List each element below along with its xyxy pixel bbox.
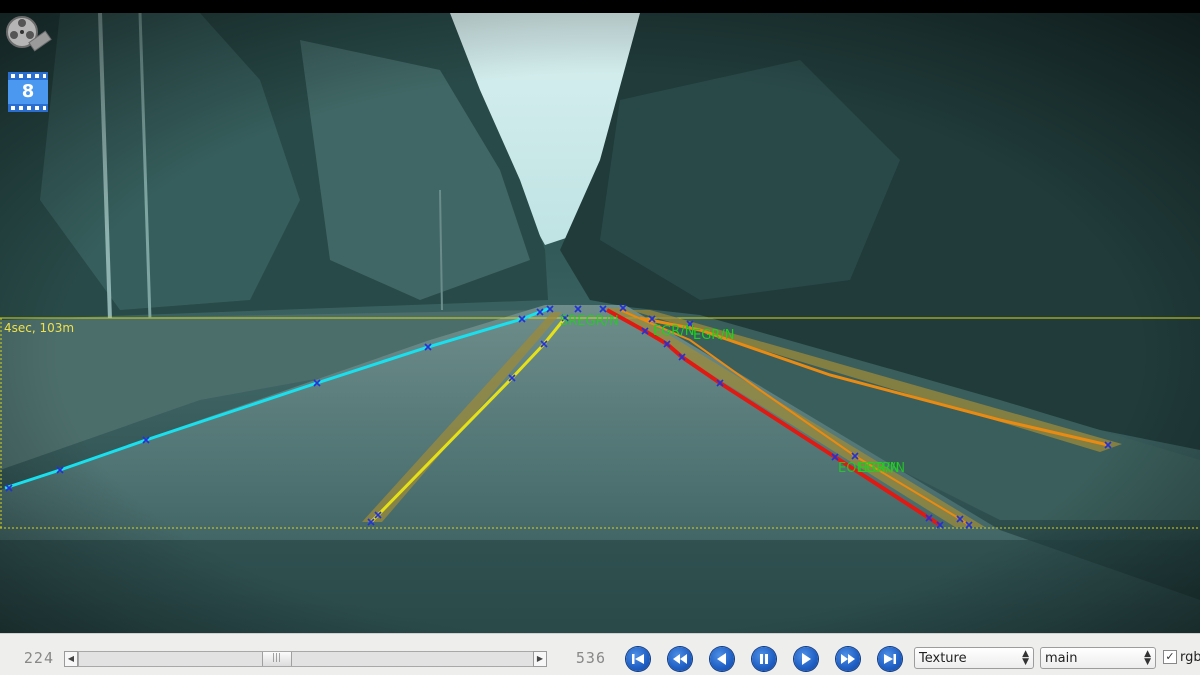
rgb-checkbox[interactable]: ✓ [1163, 650, 1177, 664]
layer-select[interactable]: main ▲ ▼ [1040, 647, 1156, 669]
lane-label-sr: SREGR/N [560, 314, 619, 329]
arrow-left-icon[interactable]: ◀ [64, 651, 78, 667]
fast-forward-icon [841, 654, 855, 664]
step-back-button[interactable] [710, 647, 734, 671]
play-button[interactable] [794, 647, 818, 671]
render-mode-value: Texture [919, 651, 967, 666]
end-frame-number: 536 [575, 649, 606, 667]
arrow-right-icon[interactable]: ▶ [533, 651, 547, 667]
time-distance-label: 4sec, 103m [4, 321, 75, 335]
fast-forward-button[interactable] [836, 647, 860, 671]
film-reel-icon[interactable] [4, 10, 54, 56]
skip-start-icon [632, 654, 644, 664]
clapperboard-icon[interactable]: 8 [6, 70, 50, 114]
lane-label-egr-1: EGR/N [653, 324, 695, 339]
render-mode-select[interactable]: Texture ▲ ▼ [914, 647, 1034, 669]
skip-start-button[interactable] [626, 647, 650, 671]
pause-button[interactable] [752, 647, 776, 671]
pause-icon [760, 654, 768, 664]
rgb-label: rgb [1180, 650, 1200, 665]
spin-arrows-icon: ▲ ▼ [1022, 649, 1029, 667]
skip-end-button[interactable] [878, 647, 902, 671]
layer-value: main [1045, 651, 1078, 666]
fast-rewind-button[interactable] [668, 647, 692, 671]
step-back-icon [717, 653, 726, 665]
video-viewport[interactable]: 4sec, 103m EGR/N EGR/N EGR/N EOLEGR/N SR… [0, 13, 1200, 633]
lane-label-egr-2: EGR/N [693, 328, 735, 343]
fast-rewind-icon [673, 654, 687, 664]
frame-badge-number: 8 [21, 81, 35, 102]
frame-scrollbar[interactable]: ||| [78, 651, 534, 667]
play-icon [802, 653, 811, 665]
spin-arrows-icon: ▲ ▼ [1144, 649, 1151, 667]
skip-end-icon [884, 654, 896, 664]
start-frame-number: 224 [23, 649, 54, 667]
scrollbar-thumb[interactable]: ||| [262, 652, 292, 666]
playback-toolbar: 224 ◀ ||| ▶ 536 Texture ▲ ▼ main ▲ ▼ ✓ rgb [0, 633, 1200, 675]
lane-label-eol: EOLEGR/N [838, 461, 906, 476]
